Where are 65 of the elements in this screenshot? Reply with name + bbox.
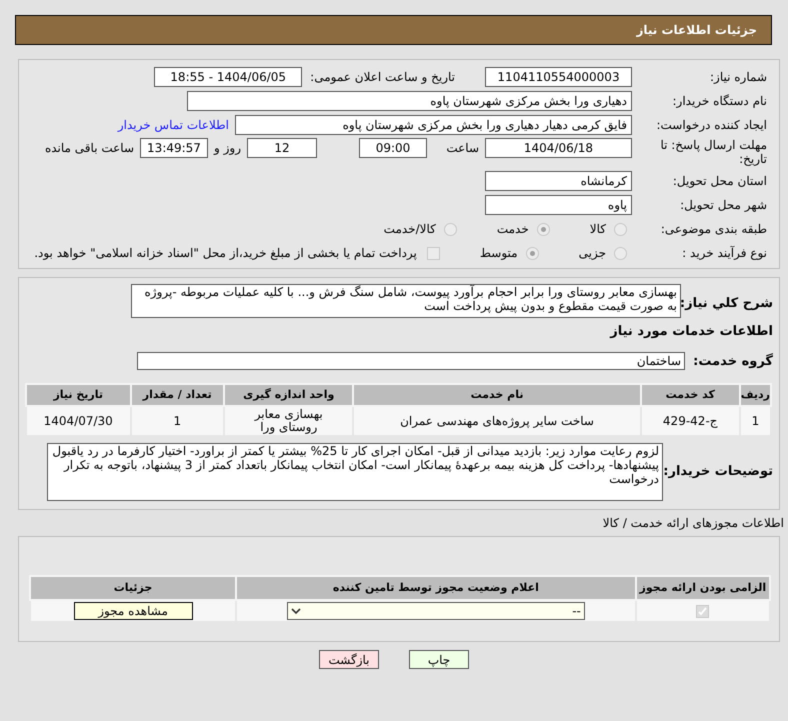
field-label: مهلت ارسال پاسخ: تا تاریخ:	[659, 138, 767, 166]
table-cell: ج-42-429	[640, 406, 740, 436]
radio-button[interactable]	[444, 222, 457, 236]
radio-button[interactable]	[526, 246, 539, 260]
column-header: اعلام وضعیت مجوز توسط تامین کننده	[236, 576, 636, 600]
view-permit-button[interactable]: مشاهده مجوز	[74, 602, 193, 620]
checkbox-label: پرداخت تمام یا بخشی از مبلغ خرید،از محل "اسناد خزانه اسلامی" خواهد بود.	[34, 245, 417, 262]
section-heading: اطلاعات مجوزهای ارائه خدمت / کالا	[602, 515, 784, 532]
field-label: تاریخ و ساعت اعلان عمومی:	[310, 69, 455, 86]
field-label: توضیحات خریدار:	[663, 463, 773, 482]
column-header: کد خدمت	[640, 384, 740, 406]
field-label: شماره نیاز:	[709, 69, 767, 86]
input-field[interactable]: ساختمان	[137, 352, 685, 370]
field-label: نام دستگاه خریدار:	[672, 93, 767, 110]
checkbox[interactable]	[426, 246, 440, 260]
section-heading: اطلاعات خدمات مورد نیاز	[608, 323, 773, 341]
table-cell: بهسازی معابر روستای ورا	[224, 406, 354, 436]
column-header: الزامی بودن ارائه مجوز	[636, 576, 770, 600]
input-field[interactable]: فایق کرمی دهیار دهیاری ورا بخش مرکزی شهرستان پاوه	[235, 115, 632, 135]
radio-button[interactable]	[614, 246, 627, 260]
field-label: طبقه بندی موضوعی:	[660, 221, 767, 238]
contact-link[interactable]: اطلاعات تماس خریدار	[118, 116, 229, 134]
field-label: نوع فرآیند خرید :	[681, 245, 767, 262]
text-area[interactable]: بهسازی معابر روستای ورا برابر احجام برآورد پیوست، شامل سنگ فرش و... با کلیه عملیات مربوطه -پروژه به صورت قیمت مقطوع و بدون پیش پرداخت است	[131, 284, 681, 318]
input-field[interactable]: 1404/06/05 - 18:55	[154, 67, 302, 87]
back-button[interactable]: بازگشت	[319, 650, 379, 669]
radio-button[interactable]	[614, 222, 627, 236]
print-button[interactable]: چاپ	[409, 650, 469, 669]
field-label: شرح کلي نياز:	[681, 295, 773, 313]
page-title: جزئیات اطلاعات نیاز	[636, 22, 757, 39]
table-cell: ساخت سایر پروژه‌های مهندسی عمران	[353, 406, 641, 436]
column-header: تعداد / مقدار	[130, 384, 224, 406]
field-label: استان محل تحویل:	[672, 173, 767, 190]
caret-icon	[290, 608, 301, 615]
field-label: شهر محل تحویل:	[679, 197, 767, 214]
column-header: تاریخ نیاز	[26, 384, 130, 406]
input-field[interactable]: پاوه	[485, 195, 632, 215]
input-field[interactable]: 1404/06/18	[485, 138, 632, 158]
checkbox[interactable]	[696, 605, 710, 618]
field-label: گروه خدمت:	[692, 352, 773, 370]
status-dropdown[interactable]: --	[286, 602, 585, 620]
table-cell: 1404/07/30	[26, 406, 130, 436]
column-header: نام خدمت	[353, 384, 641, 406]
column-header: ردیف	[740, 384, 771, 406]
radio-label: خدمت	[496, 221, 529, 238]
radio-label: متوسط	[480, 245, 518, 262]
field-label: ایجاد کننده درخواست:	[655, 117, 767, 134]
field-label: ساعت	[445, 140, 479, 157]
input-field[interactable]: 09:00	[359, 138, 427, 158]
input-field[interactable]: 13:49:57	[140, 138, 208, 158]
radio-label: کالا	[590, 221, 606, 238]
input-field[interactable]: دهیاری ورا بخش مرکزی شهرستان پاوه	[187, 91, 632, 111]
field-label: روز و	[214, 140, 241, 157]
field-label: ساعت باقی مانده	[44, 140, 134, 157]
table-cell: 1	[130, 406, 224, 436]
table-cell: 1	[740, 406, 771, 436]
radio-label: کالا/خدمت	[384, 221, 436, 238]
column-header: واحد اندازه گیری	[224, 384, 354, 406]
input-field[interactable]: 1104110554000003	[485, 67, 632, 87]
text-area[interactable]: لزوم رعایت موارد زیر: بازدید میدانی از قبل- امکان اجرای کار تا 25% بیشتر یا کمتر از براورد- اختیار کارفرما در رد یاقبول پیشنهادها- پرداخت کل هزینه بیمه برعهدهٔ پیمانکار است- امکان انتخاب پیمانکار باتعداد کمتر از 3 پیشنهاد، باتوجه به تکرار درخواست	[47, 443, 663, 501]
radio-button[interactable]	[536, 222, 550, 236]
column-header: جزئیات	[30, 576, 236, 600]
input-field[interactable]: کرمانشاه	[485, 171, 632, 191]
input-field[interactable]: 12	[247, 138, 317, 158]
radio-label: جزیی	[578, 245, 606, 262]
